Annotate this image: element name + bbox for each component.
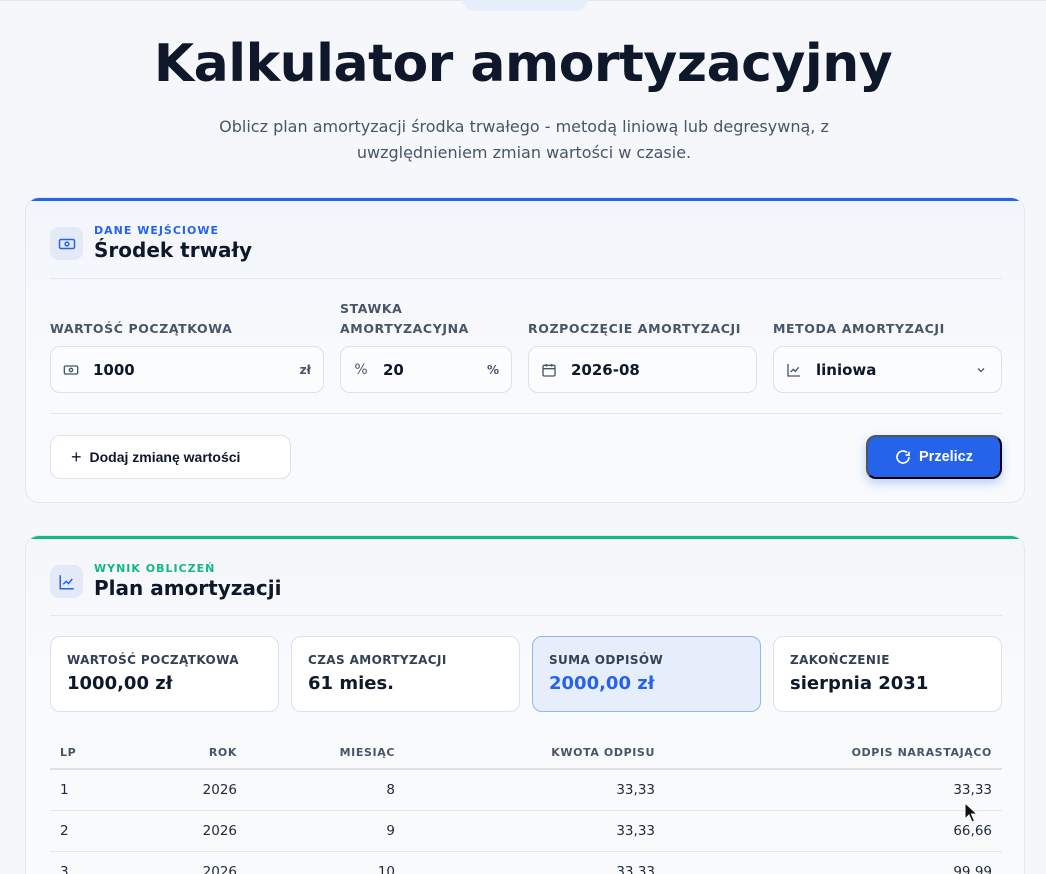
stat-initial-value: WARTOŚĆ POCZĄTKOWA 1000,00 zł [50,636,279,712]
cell-year: 2026 [120,851,247,874]
method-value: liniowa [816,360,877,379]
initial-value-label: WARTOŚĆ POCZĄTKOWA [50,321,233,336]
stat-value: 61 mies. [308,673,395,694]
cell-month: 9 [247,810,405,852]
stat-label: CZAS AMORTYZACJI [308,653,447,667]
table-row: 2 2026 9 33,33 66,66 [50,810,1002,852]
refresh-icon [896,450,910,464]
rate-input[interactable]: 20 [383,361,487,379]
result-card-title: Plan amortyzacji [94,576,282,600]
cell-lp: 2 [50,810,120,852]
depreciation-table: LP ROK MIESIĄC KWOTA ODPISU ODPIS NARAST… [50,736,1002,874]
start-date-label: ROZPOCZĘCIE AMORTYZACJI [528,321,741,336]
stat-value: sierpnia 2031 [790,673,929,694]
stat-label: SUMA ODPISÓW [549,653,664,667]
stat-value: 1000,00 zł [67,673,173,694]
col-amount: KWOTA ODPISU [405,736,665,770]
cell-cumulative: 66,66 [665,810,1002,852]
rate-label: STAWKA AMORTYZACYJNA [340,301,469,336]
calendar-icon [541,362,557,378]
divider [50,413,1002,414]
divider [50,278,1002,279]
start-date-field[interactable]: 2026-08 [528,346,757,393]
input-card-eyebrow: DANE WEJŚCIOWE [94,224,220,237]
start-date-input[interactable]: 2026-08 [571,361,744,379]
banknote-icon [63,362,79,378]
cell-cumulative: 33,33 [665,769,1002,811]
input-card-title: Środek trwały [94,238,253,262]
cell-lp: 3 [50,851,120,874]
divider [50,615,1002,616]
col-month: MIESIĄC [247,736,405,770]
method-select[interactable]: liniowa [773,346,1002,393]
page-subtitle: Oblicz plan amortyzacji środka trwałego … [219,117,829,162]
result-card-eyebrow: WYNIK OBLICZEŃ [94,562,216,575]
stat-label: ZAKOŃCZENIE [790,653,890,667]
table-row: 1 2026 8 33,33 33,33 [50,769,1002,811]
stat-duration: CZAS AMORTYZACJI 61 mies. [291,636,520,712]
method-label: METODA AMORTYZACJI [773,321,945,336]
percent-icon: % [354,361,368,378]
mouse-cursor-icon [964,802,978,823]
recalculate-label: Przelicz [919,449,973,465]
initial-value-field[interactable]: 1000 zł [50,346,324,393]
table-row: 3 2026 10 33,33 99,99 [50,851,1002,874]
currency-suffix: zł [299,362,311,377]
input-card: DANE WEJŚCIOWE Środek trwały WARTOŚĆ POC… [25,197,1025,503]
banknote-icon [50,227,83,260]
stat-label: WARTOŚĆ POCZĄTKOWA [67,653,239,667]
cell-amount: 33,33 [405,851,665,874]
cell-month: 10 [247,851,405,874]
recalculate-button[interactable]: Przelicz [866,435,1002,479]
page-title: Kalkulator amortyzacyjny [153,34,893,94]
plus-icon: + [71,446,82,467]
add-value-change-label: Dodaj zmianę wartości [89,449,241,465]
cell-amount: 33,33 [405,810,665,852]
chevron-down-icon [973,362,989,378]
rate-field[interactable]: % 20 % [340,346,512,393]
top-tab-pill[interactable] [462,0,588,11]
cell-lp: 1 [50,769,120,811]
cell-amount: 33,33 [405,769,665,811]
col-cumulative: ODPIS NARASTAJĄCO [665,736,1002,770]
line-chart-icon [786,362,802,378]
result-card: WYNIK OBLICZEŃ Plan amortyzacji WARTOŚĆ … [25,535,1025,874]
stat-total-writeoffs: SUMA ODPISÓW 2000,00 zł [532,636,761,712]
stat-value: 2000,00 zł [549,673,655,694]
line-chart-icon [50,565,83,598]
cell-year: 2026 [120,810,247,852]
cell-cumulative: 99,99 [665,851,1002,874]
col-lp: LP [50,736,120,770]
percent-suffix: % [486,362,499,377]
initial-value-input[interactable]: 1000 [93,361,300,379]
cell-month: 8 [247,769,405,811]
table-header-row: LP ROK MIESIĄC KWOTA ODPISU ODPIS NARAST… [50,736,1002,770]
add-value-change-button[interactable]: + Dodaj zmianę wartości [50,435,291,479]
stat-end-date: ZAKOŃCZENIE sierpnia 2031 [773,636,1002,712]
cell-year: 2026 [120,769,247,811]
col-year: ROK [120,736,247,770]
